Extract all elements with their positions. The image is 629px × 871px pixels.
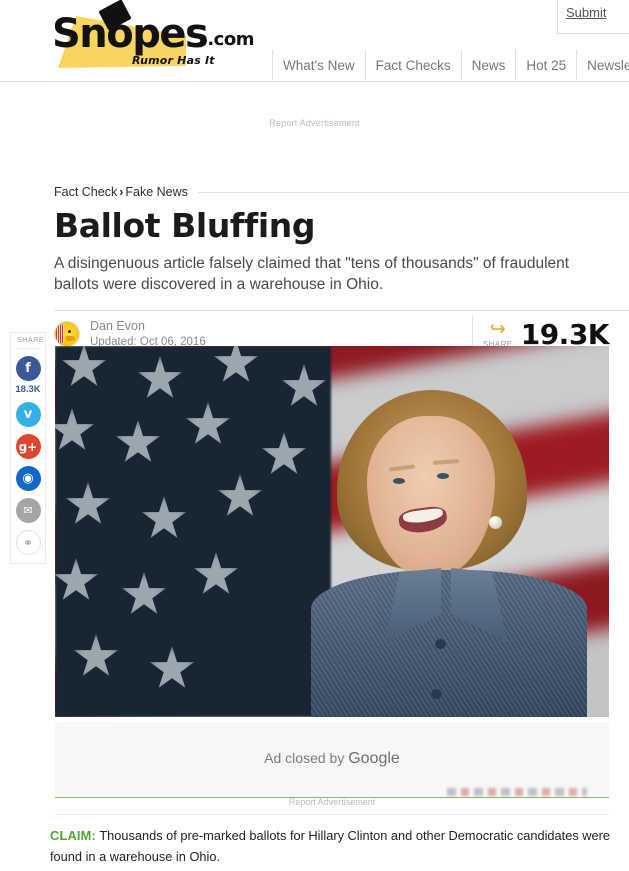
author-name[interactable]: Dan Evon [90,319,206,335]
facebook-share-icon[interactable]: f [15,356,41,381]
breadcrumb-separator-icon: › [119,185,124,199]
twitter-share-icon[interactable]: ᴠ [15,402,41,427]
share-rail: SHARE f 18.3K ᴠ g+ ◉ ✉ ⚭ [10,332,46,564]
submit-label: Submit [566,5,607,20]
logo-tagline: Rumor Has It [132,54,215,67]
breadcrumb-child[interactable]: Fake News [125,185,188,199]
avatar-beak [66,336,75,342]
article-subhead: A disingenuous article falsely claimed t… [54,254,570,294]
avatar-hair [56,325,64,344]
subject-jacket [311,570,587,717]
subject-earring [489,516,502,529]
page-root: Snopes.com Rumor Has It Submit What's Ne… [0,0,629,871]
site-header: Snopes.com Rumor Has It Submit What's Ne… [0,0,629,82]
claim-divider [55,814,609,815]
page-title: Ballot Bluffing [54,206,316,245]
subject-eye-right [437,473,449,479]
google-brand: Google [348,750,400,767]
logo-tld: .com [207,29,254,50]
nav-item-whats-new[interactable]: What's New [272,50,365,80]
avatar [54,321,80,348]
email-share-icon[interactable]: ✉ [15,498,41,523]
google-ad-slot: Ad closed by Google [55,722,609,798]
ad-residual-graphic [447,788,587,796]
nav-item-news[interactable]: News [460,50,516,80]
main-navigation: What's New Fact Checks News Hot 25 Newsl… [272,50,629,82]
facebook-share-count: 18.3K [15,384,41,395]
subject-portrait [311,388,587,717]
nav-item-hot-25[interactable]: Hot 25 [515,50,576,80]
share-rail-title: SHARE [17,337,44,349]
logo-name: Snopes [52,11,209,57]
ad-closed-notice: Ad closed by Google [55,750,609,768]
jacket-button [431,688,442,699]
claim-section: CLAIM: Thousands of pre-marked ballots f… [50,826,622,867]
google-plus-share-icon[interactable]: g+ [15,434,41,459]
submit-button[interactable]: Submit [557,0,629,34]
claim-label: CLAIM: [50,828,96,843]
byline-text: Dan Evon Updated: Oct 06, 2016 [90,319,206,349]
breadcrumb: Fact Check › Fake News [54,182,629,202]
report-advertisement-bottom[interactable]: Report Advertisement [55,797,609,807]
copy-link-icon[interactable]: ⚭ [15,530,41,555]
nav-item-fact-checks[interactable]: Fact Checks [364,50,461,80]
subject-eye-left [393,478,405,484]
claim-text: Thousands of pre-marked ballots for Hill… [50,828,611,864]
hero-image [55,346,609,717]
breadcrumb-rule [197,191,629,193]
breadcrumb-parent[interactable]: Fact Check [54,185,117,199]
jacket-button [435,638,446,649]
reddit-share-icon[interactable]: ◉ [15,466,41,491]
report-advertisement-top[interactable]: Report Advertisement [0,118,629,128]
nav-item-newsletter[interactable]: Newsletter [576,50,629,80]
avatar-eye [68,330,71,334]
snopes-logo[interactable]: Snopes.com Rumor Has It [44,0,254,70]
logo-wordmark: Snopes.com [52,14,254,54]
ad-closed-prefix: Ad closed by [264,750,349,766]
article-header: Fact Check › Fake News Ballot Bluffing A… [54,182,629,358]
share-arrow-icon: ↪ [489,319,506,341]
share-arrow-block: ↪ SHARE [483,320,513,349]
